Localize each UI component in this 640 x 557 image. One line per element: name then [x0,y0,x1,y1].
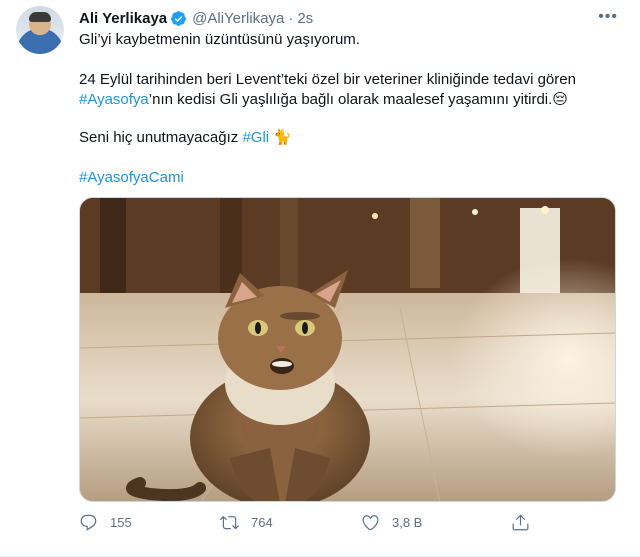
tweet-line-1: Gli’yi kaybetmenin üzüntüsünü yaşıyorum. [79,31,360,48]
retweet-count: 764 [251,514,273,530]
reply-button[interactable]: 155 [79,510,132,534]
tweet-text-segment: Seni hiç unutmayacağız [79,129,243,146]
reply-count: 155 [110,514,132,530]
header-separator: · [288,9,294,27]
heart-icon [362,514,379,530]
tweet-actions: 155 764 3,8 B [79,510,599,534]
hashtag-gli[interactable]: #Gli [242,129,269,146]
like-button[interactable]: 3,8 B [361,510,422,534]
author-handle[interactable]: @AliYerlikaya [192,10,284,27]
retweet-button[interactable]: 764 [220,510,273,534]
hashtag-ayasofyacami[interactable]: #AyasofyaCami [79,169,184,186]
retweet-icon [220,515,239,529]
avatar[interactable] [16,6,64,54]
hashtag-ayasofya[interactable]: #Ayasofya [79,91,149,108]
cat-emoji: 🐈 [273,129,292,146]
tweet-header: Ali Yerlikaya @AliYerlikaya · 2s [79,8,313,28]
tweet-photo[interactable] [79,197,616,502]
tweet-paragraph-2: 24 Eylül tarihinden beri Levent’teki öze… [79,70,624,110]
tweet-card[interactable]: Ali Yerlikaya @AliYerlikaya · 2s ••• Gli… [0,0,640,557]
tweet-text-segment: 24 Eylül tarihinden beri Levent’teki öze… [79,71,576,88]
verified-badge-icon [171,10,187,26]
cat-photo-illustration [80,198,615,501]
share-button[interactable] [511,510,530,534]
tweet-paragraph-3: Seni hiç unutmayacağız #Gli 🐈 [79,128,292,148]
reply-icon [80,514,97,530]
more-options-icon[interactable]: ••• [598,8,618,26]
tweet-paragraph-4: #AyasofyaCami [79,168,184,188]
like-count: 3,8 B [392,514,423,530]
share-icon [512,514,529,530]
author-name[interactable]: Ali Yerlikaya [79,10,167,27]
tweet-time[interactable]: 2s [297,10,313,27]
pensive-face-emoji: 😔 [552,91,568,108]
tweet-text-segment: ’nın kedisi Gli yaşlılığa bağlı olarak m… [148,91,553,108]
